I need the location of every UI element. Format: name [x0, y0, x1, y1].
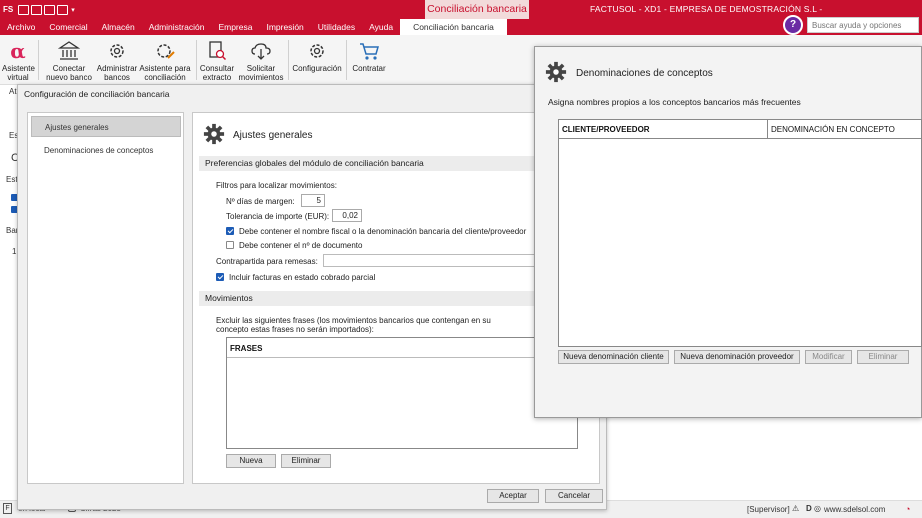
- nav-item-general-settings[interactable]: Ajustes generales: [31, 116, 181, 137]
- main-menu: Archivo Comercial Almacén Administración…: [0, 19, 507, 35]
- assistant-logo-icon: α: [10, 40, 25, 62]
- config-dialog: Configuración de conciliación bancaria A…: [17, 84, 607, 510]
- window-title: FACTUSOL - XD1 - EMPRESA DE DEMOSTRACIÓN…: [590, 4, 823, 14]
- margin-days-field[interactable]: 5: [301, 194, 325, 207]
- invoices-checkbox[interactable]: [216, 273, 224, 281]
- menu-utilidades[interactable]: Utilidades: [311, 19, 362, 35]
- ribbon-separator: [346, 40, 347, 80]
- grid-header-concept-name[interactable]: DENOMINACIÓN EN CONCEPTO: [768, 120, 922, 139]
- support-icon[interactable]: ◔: [905, 504, 910, 514]
- context-tab-header: Conciliación bancaria: [425, 0, 529, 19]
- new-supplier-name-button[interactable]: Nueva denominación proveedor: [674, 350, 800, 364]
- menu-comercial[interactable]: Comercial: [42, 19, 94, 35]
- menu-ayuda[interactable]: Ayuda: [362, 19, 400, 35]
- panel-title: Ajustes generales: [233, 130, 313, 141]
- status-url[interactable]: www.sdelsol.com: [824, 505, 885, 514]
- dialog-subtitle: Asigna nombres propios a los conceptos b…: [548, 97, 801, 107]
- print-icon[interactable]: [57, 4, 69, 15]
- cloud-download-icon: [251, 43, 271, 60]
- gear-icon: [545, 61, 567, 83]
- title-bar: FS ▾ Conciliación bancaria FACTUSOL - XD…: [0, 0, 922, 35]
- menu-conciliacion[interactable]: Conciliación bancaria: [400, 19, 507, 35]
- ribbon-separator: [196, 40, 197, 80]
- tolerance-field[interactable]: 0,02: [332, 209, 362, 222]
- dialog-title: Configuración de conciliación bancaria: [24, 89, 170, 99]
- connect-bank-button[interactable]: Conectar nuevo banco: [44, 40, 94, 82]
- gear-wand-icon: [157, 44, 175, 59]
- app-logo: FS: [3, 5, 14, 14]
- hire-button[interactable]: Contratar: [350, 40, 388, 73]
- gear-icon: [203, 123, 225, 145]
- ribbon-separator: [288, 40, 289, 80]
- invoices-checkbox-label: Incluir facturas en estado cobrado parci…: [229, 273, 376, 282]
- save-icon[interactable]: [44, 4, 56, 15]
- dialog-title: Denominaciones de conceptos: [576, 68, 713, 79]
- delete-phrase-button[interactable]: Eliminar: [281, 454, 331, 468]
- gear-icon: [310, 44, 324, 58]
- status-f-icon: F: [3, 503, 12, 514]
- svg-text:α: α: [10, 40, 25, 62]
- manage-banks-button[interactable]: Administrar bancos: [96, 40, 138, 82]
- margin-days-label: Nº días de margen:: [226, 197, 295, 206]
- phrases-grid[interactable]: FRASES: [226, 337, 578, 449]
- web-icon: ◎: [814, 504, 821, 513]
- dictation-icon: D: [806, 504, 812, 513]
- bank-icon: [58, 41, 80, 60]
- name-checkbox[interactable]: [226, 227, 234, 235]
- menu-administracion[interactable]: Administración: [142, 19, 212, 35]
- grid-header-phrases: FRASES: [230, 344, 263, 353]
- shopping-cart-icon: [360, 43, 379, 60]
- request-movements-button[interactable]: Solicitar movimientos: [237, 40, 285, 82]
- view-statement-button[interactable]: Consultar extracto: [198, 40, 236, 82]
- menu-empresa[interactable]: Empresa: [211, 19, 259, 35]
- bg-label: Est: [6, 175, 18, 184]
- contra-label: Contrapartida para remesas:: [216, 257, 318, 266]
- ribbon-separator: [38, 40, 39, 80]
- cancel-button[interactable]: Cancelar: [545, 489, 603, 503]
- chevron-down-icon[interactable]: ▾: [71, 6, 75, 14]
- nav-item-concept-names[interactable]: Denominaciones de conceptos: [31, 140, 181, 161]
- name-checkbox-label: Debe contener el nombre fiscal o la deno…: [239, 227, 527, 236]
- menu-impresion[interactable]: Impresión: [259, 19, 310, 35]
- warning-icon: ⚠: [792, 504, 800, 513]
- gear-icon: [110, 44, 124, 58]
- virtual-assistant-button[interactable]: α Asistente virtual: [2, 40, 35, 82]
- delete-button[interactable]: Eliminar: [857, 350, 909, 364]
- folder-icon[interactable]: [31, 4, 43, 15]
- config-nav: Ajustes generales Denominaciones de conc…: [27, 112, 184, 484]
- configuration-button[interactable]: Configuración: [290, 40, 344, 73]
- document-search-icon: [209, 41, 227, 61]
- exclude-label-line1: Excluir las siguientes frases (los movim…: [216, 316, 491, 325]
- modify-button[interactable]: Modificar: [805, 350, 852, 364]
- reconciliation-wizard-button[interactable]: Asistente para conciliación: [139, 40, 191, 82]
- exclude-label-line2: concepto estas frases no serán importado…: [216, 325, 374, 334]
- tolerance-label: Tolerancia de importe (EUR):: [226, 212, 330, 221]
- menu-almacen[interactable]: Almacén: [95, 19, 142, 35]
- help-button[interactable]: ?: [783, 15, 803, 35]
- concept-names-dialog: Denominaciones de conceptos Asigna nombr…: [534, 46, 922, 418]
- concept-names-grid[interactable]: CLIENTE/PROVEEDOR DENOMINACIÓN EN CONCEP…: [558, 119, 922, 347]
- grid-header-client-supplier[interactable]: CLIENTE/PROVEEDOR: [559, 120, 768, 139]
- quick-access-toolbar: FS ▾: [3, 3, 75, 16]
- grid-header-divider: [227, 357, 577, 358]
- new-client-name-button[interactable]: Nueva denominación cliente: [558, 350, 669, 364]
- bg-label: At: [9, 87, 17, 96]
- accept-button[interactable]: Aceptar: [487, 489, 539, 503]
- menu-archivo[interactable]: Archivo: [0, 19, 42, 35]
- bg-label: 1: [12, 247, 17, 256]
- document-checkbox-label: Debe contener el nº de documento: [239, 241, 363, 250]
- status-user: [Supervisor]: [747, 505, 790, 514]
- new-phrase-button[interactable]: Nueva: [226, 454, 276, 468]
- filters-label: Filtros para localizar movimientos:: [216, 181, 337, 190]
- grid-icon[interactable]: [18, 4, 30, 15]
- document-checkbox[interactable]: [226, 241, 234, 249]
- help-search-input[interactable]: [807, 17, 919, 33]
